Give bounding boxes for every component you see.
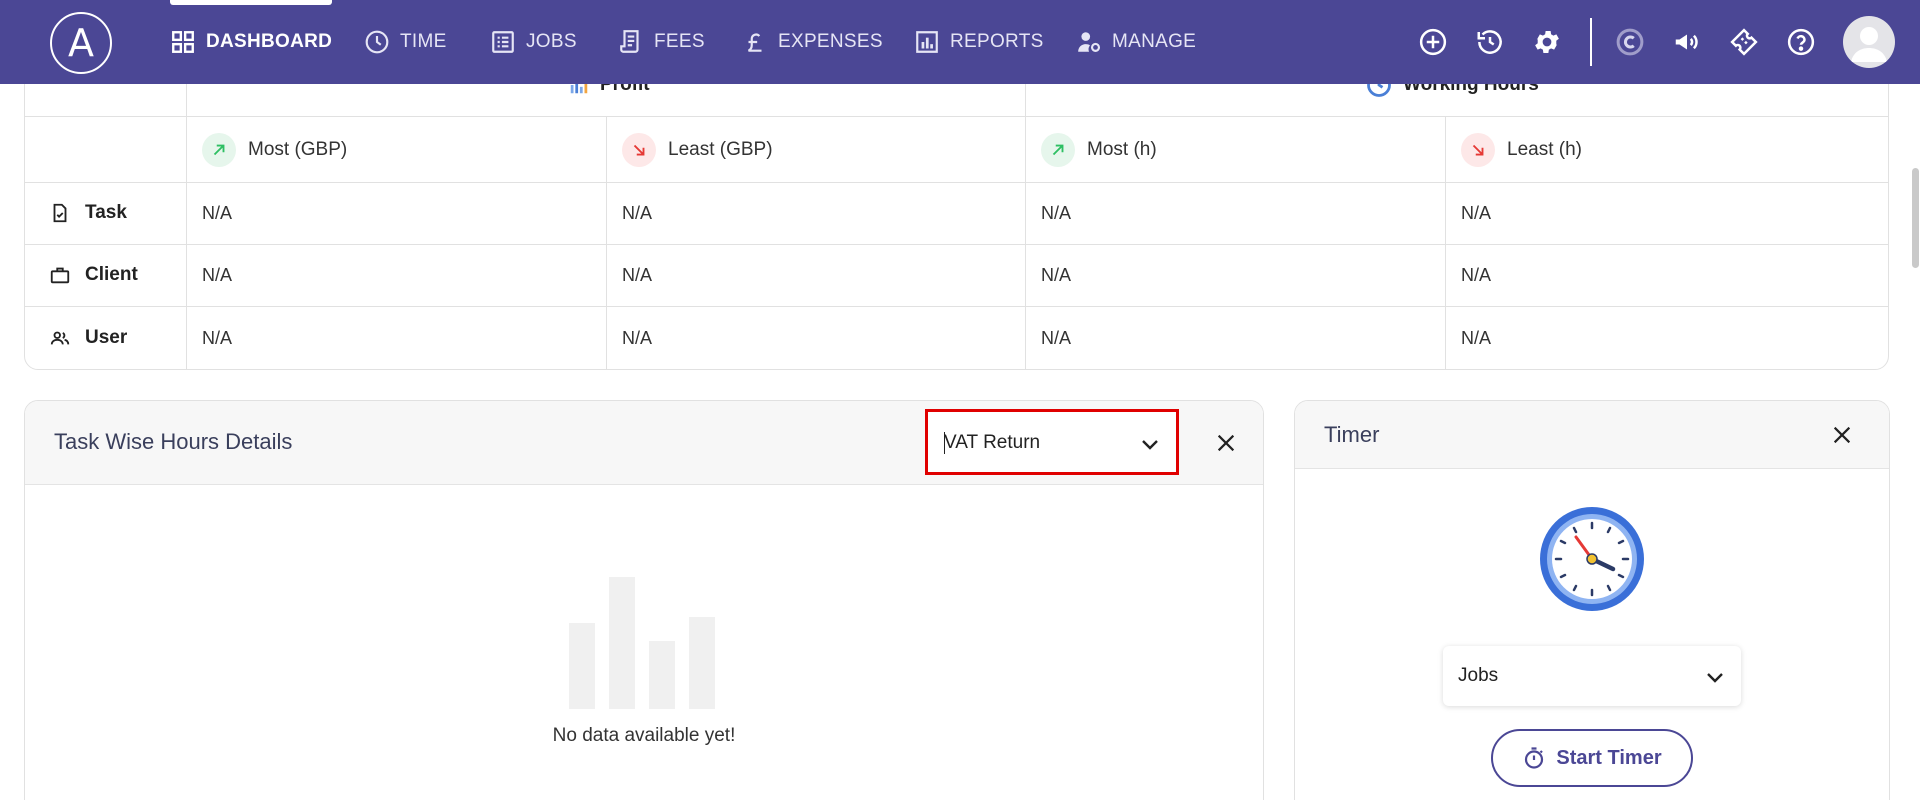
table-cell: N/A: [1041, 328, 1072, 348]
table-row-label-client: Client: [49, 260, 138, 290]
trend-down-icon: [1461, 133, 1495, 167]
nav-item-expenses[interactable]: EXPENSES: [742, 0, 883, 84]
megaphone-icon[interactable]: [1669, 24, 1705, 60]
settings-gear-icon[interactable]: [1529, 24, 1565, 60]
grid-line: [25, 116, 1888, 117]
card-header: Timer: [1295, 401, 1889, 469]
summary-table: Profit Working Hours Most (GBP) Least (G…: [24, 60, 1889, 370]
close-icon: [1833, 426, 1851, 444]
nav-item-time[interactable]: TIME: [364, 0, 447, 84]
table-cell: N/A: [1461, 265, 1492, 285]
nav-item-label: JOBS: [526, 31, 577, 52]
grid-line: [186, 61, 187, 369]
c-brand-icon[interactable]: [1612, 24, 1648, 60]
table-cell: N/A: [1041, 265, 1072, 285]
task-select-value: VAT Return: [944, 432, 1041, 453]
nav-item-label: FEES: [654, 31, 705, 52]
table-row-label-user: User: [49, 323, 127, 353]
stopwatch-icon: [1525, 747, 1544, 769]
briefcase-icon: [50, 267, 70, 284]
nav-item-fees[interactable]: FEES: [618, 0, 705, 84]
start-timer-button[interactable]: Start Timer: [1491, 729, 1693, 787]
close-icon: [1217, 434, 1235, 452]
column-header-most-gbp: Most (GBP): [202, 132, 347, 168]
column-header-least-gbp: Least (GBP): [622, 132, 773, 168]
nav-item-dashboard[interactable]: DASHBOARD: [170, 0, 333, 84]
users-icon: [50, 331, 70, 345]
pound-icon: [747, 33, 762, 52]
nav-item-label: DASHBOARD: [206, 31, 333, 52]
empty-chart-icon: [569, 577, 715, 709]
grid-line: [25, 244, 1888, 245]
app-logo[interactable]: A: [50, 12, 112, 74]
jobs-select-dropdown[interactable]: Jobs: [1443, 646, 1741, 706]
table-cell: N/A: [202, 328, 233, 348]
nav-item-label: MANAGE: [1112, 31, 1197, 52]
receipt-icon: [620, 30, 639, 53]
table-cell: N/A: [1041, 203, 1072, 223]
grid-line: [1025, 61, 1026, 369]
timer-card: Timer Jobs Start Timer: [1294, 400, 1890, 800]
ticket-icon[interactable]: [1726, 24, 1762, 60]
task-file-icon: [53, 203, 67, 223]
nav-item-jobs[interactable]: JOBS: [490, 0, 577, 84]
grid-icon: [172, 31, 194, 53]
timer-clock-icon: [1540, 507, 1644, 611]
nav-item-label: EXPENSES: [778, 31, 883, 52]
table-cell: N/A: [202, 203, 233, 223]
card-title: Task Wise Hours Details: [54, 429, 293, 454]
table-cell: N/A: [1461, 328, 1492, 348]
bar-chart-icon: [916, 31, 938, 53]
jobs-select-value: Jobs: [1458, 665, 1499, 686]
card-header: Task Wise Hours Details VAT Return: [25, 401, 1263, 485]
nav-item-label: REPORTS: [950, 31, 1044, 52]
trend-up-icon: [202, 133, 236, 167]
start-timer-label: Start Timer: [1556, 746, 1662, 769]
grid-line: [25, 306, 1888, 307]
task-wise-hours-card: Task Wise Hours Details VAT Return No da…: [24, 400, 1264, 800]
trend-down-icon: [622, 133, 656, 167]
column-header-least-h: Least (h): [1461, 132, 1582, 168]
page-scrollbar-thumb[interactable]: [1912, 168, 1919, 268]
table-cell: N/A: [1461, 203, 1492, 223]
nav-divider: [1590, 18, 1592, 66]
grid-line: [25, 182, 1888, 183]
history-icon[interactable]: [1472, 24, 1508, 60]
user-gear-icon: [1078, 32, 1101, 52]
close-timer-button[interactable]: [1827, 420, 1857, 450]
task-select-dropdown[interactable]: VAT Return: [925, 409, 1179, 475]
add-circle-icon[interactable]: [1415, 24, 1451, 60]
close-card-button[interactable]: [1211, 428, 1241, 458]
trend-up-icon: [1041, 133, 1075, 167]
clock-icon: [365, 30, 389, 54]
nav-item-manage[interactable]: MANAGE: [1076, 0, 1196, 84]
card-title: Timer: [1324, 422, 1380, 447]
chevron-down-icon: [1707, 673, 1723, 683]
table-cell: N/A: [622, 265, 653, 285]
chevron-down-icon: [1142, 440, 1158, 450]
user-avatar-icon[interactable]: [1843, 16, 1895, 68]
empty-state-message: No data available yet!: [552, 725, 736, 746]
table-cell: N/A: [622, 328, 653, 348]
nav-item-reports[interactable]: REPORTS: [914, 0, 1044, 84]
text-cursor: [944, 432, 945, 454]
help-icon[interactable]: [1783, 24, 1819, 60]
table-cell: N/A: [622, 203, 653, 223]
table-row-label-task: Task: [49, 198, 127, 228]
top-nav-bar: A DASHBOARD TIME JOBS FEES EXPENSES REPO…: [0, 0, 1920, 84]
column-header-most-h: Most (h): [1041, 132, 1157, 168]
table-cell: N/A: [202, 265, 233, 285]
list-icon: [492, 31, 514, 53]
nav-item-label: TIME: [400, 31, 447, 52]
